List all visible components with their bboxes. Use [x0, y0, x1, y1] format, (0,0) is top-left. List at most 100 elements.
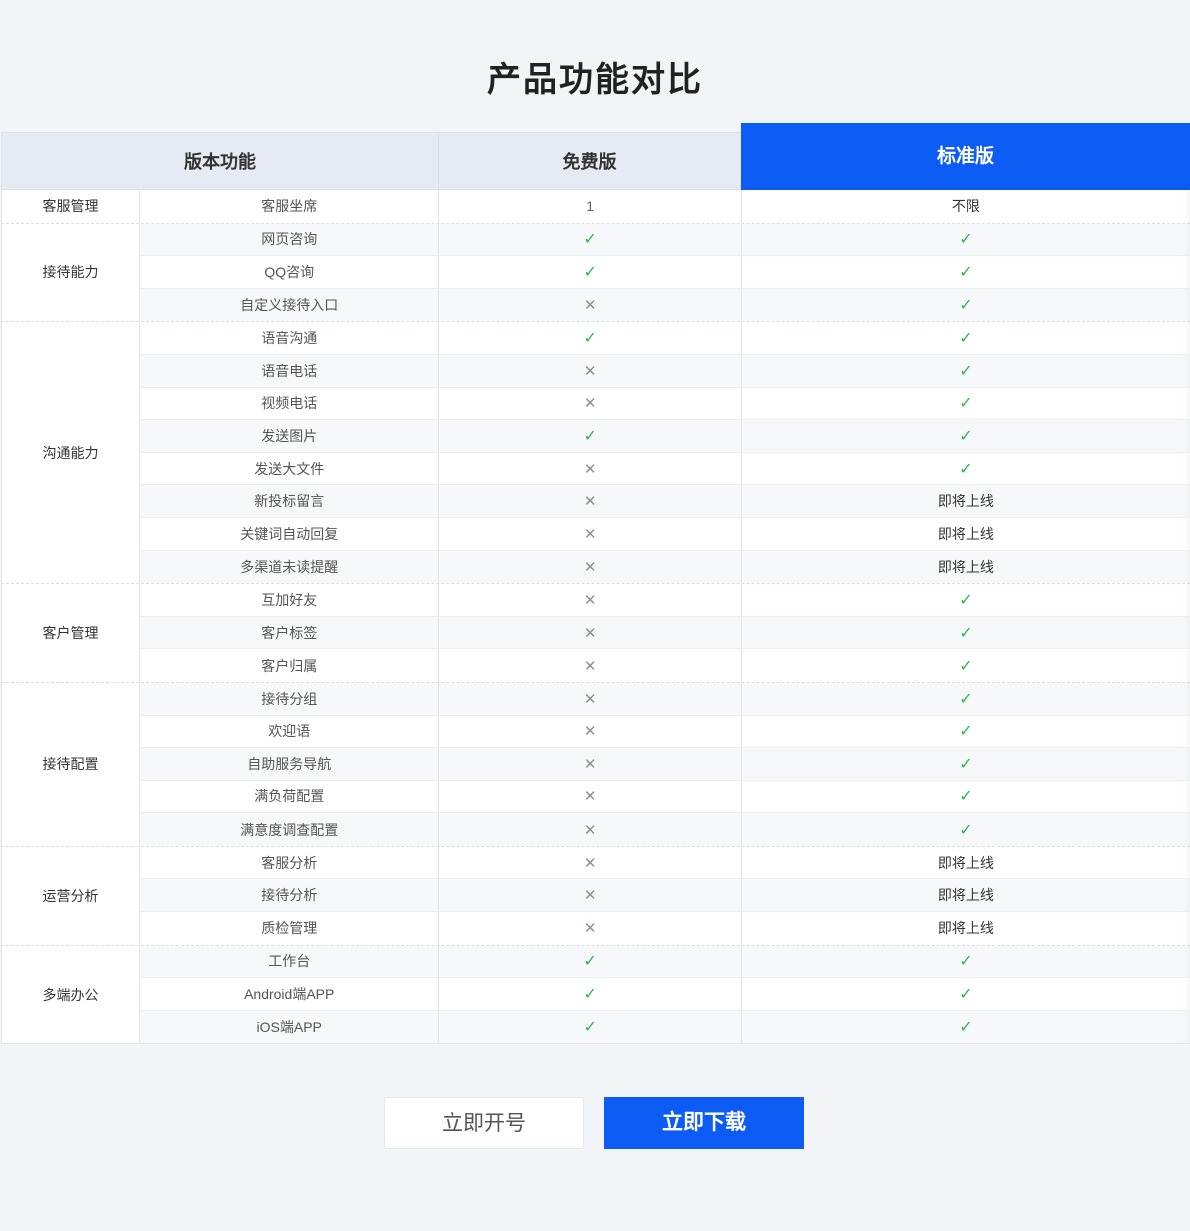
free-plan-value: ✓ — [439, 945, 742, 978]
standard-plan-value: ✓ — [742, 322, 1190, 354]
check-icon: ✓ — [583, 231, 597, 249]
standard-plan-value: ✓ — [742, 716, 1190, 748]
free-plan-value: ✕ — [439, 452, 742, 485]
free-plan-value: ✕ — [439, 682, 742, 715]
free-plan-value: 1 — [439, 190, 742, 223]
open-account-button[interactable]: 立即开号 — [384, 1097, 584, 1149]
feature-name: 欢迎语 — [140, 715, 440, 748]
cross-icon: ✕ — [583, 887, 597, 905]
free-plan-value: ✕ — [439, 517, 742, 550]
standard-plan-value: ✓ — [742, 649, 1190, 682]
table-body: 客服管理 客服坐席 1 不限 接待能力 网页咨询 ✓ ✓ QQ咨询 ✓ ✓ 自定义接待入口 ✕ ✓ 沟通能力… — [1, 190, 1190, 1045]
standard-plan-value: ✓ — [742, 355, 1190, 387]
standard-plan-value: ✓ — [742, 420, 1190, 452]
comparison-table: 版本功能 免费版 标准版 客服管理 客服坐席 1 不限 接待能力 网页咨询 ✓ ✓ QQ咨询 ✓ ✓… — [1, 123, 1190, 1045]
cross-icon: ✕ — [583, 821, 597, 839]
standard-plan-value: 即将上线 — [742, 912, 1190, 945]
check-icon: ✓ — [959, 723, 973, 741]
table-row: 多渠道未读提醒 ✕ 即将上线 — [140, 550, 1190, 584]
table-row: 发送大文件 ✕ ✓ — [140, 452, 1190, 486]
free-plan-value: ✕ — [439, 649, 742, 682]
category-label: 接待能力 — [1, 223, 140, 322]
feature-group: 沟通能力 语音沟通 ✓ ✓ 语音电话 ✕ ✓ 视频电话 ✕ ✓ 发送图片 ✓ ✓ 发送大文件 ✕ ✓ 新投标留言… — [1, 322, 1190, 585]
table-row: 工作台 ✓ ✓ — [140, 945, 1190, 979]
check-icon: ✓ — [583, 263, 597, 281]
feature-name: 发送大文件 — [140, 452, 440, 485]
check-icon: ✓ — [959, 986, 973, 1004]
cross-icon: ✕ — [583, 723, 597, 741]
check-icon: ✓ — [959, 953, 973, 971]
feature-name: 客户标签 — [140, 616, 440, 649]
feature-name: Android端APP — [140, 978, 440, 1010]
category-label: 客户管理 — [1, 584, 140, 682]
table-row: 发送图片 ✓ ✓ — [140, 420, 1190, 453]
standard-plan-value: ✓ — [742, 978, 1190, 1010]
check-icon: ✓ — [959, 231, 973, 249]
header-feature: 版本功能 — [1, 132, 439, 190]
standard-plan-value: ✓ — [742, 256, 1190, 288]
feature-name: 语音沟通 — [140, 322, 440, 354]
free-plan-value: ✕ — [439, 387, 742, 420]
table-row: 客户归属 ✕ ✓ — [140, 649, 1190, 682]
feature-name: 客服坐席 — [140, 190, 440, 223]
category-label: 多端办公 — [1, 945, 140, 1044]
standard-plan-value: 即将上线 — [742, 518, 1190, 550]
free-plan-value: ✓ — [439, 223, 742, 256]
standard-plan-value: ✓ — [742, 748, 1190, 780]
check-icon: ✓ — [959, 788, 973, 806]
free-plan-value: ✕ — [439, 780, 742, 813]
feature-group: 接待能力 网页咨询 ✓ ✓ QQ咨询 ✓ ✓ 自定义接待入口 ✕ ✓ — [1, 223, 1190, 323]
standard-plan-value: ✓ — [742, 453, 1190, 485]
check-icon: ✓ — [959, 362, 973, 380]
feature-name: iOS端APP — [140, 1010, 440, 1044]
feature-group: 接待配置 接待分组 ✕ ✓ 欢迎语 ✕ ✓ 自助服务导航 ✕ ✓ 满负荷配置 ✕ ✓ 满意度调查配置 ✕ ✓ — [1, 682, 1190, 847]
free-plan-value: ✓ — [439, 322, 742, 354]
check-icon: ✓ — [959, 330, 973, 348]
cross-icon: ✕ — [583, 493, 597, 511]
free-plan-value: ✕ — [439, 715, 742, 748]
standard-plan-value: 不限 — [742, 190, 1190, 223]
standard-plan-value: ✓ — [742, 388, 1190, 420]
cross-icon: ✕ — [583, 395, 597, 413]
free-plan-value: ✓ — [439, 1010, 742, 1044]
standard-plan-value: ✓ — [742, 813, 1190, 846]
check-icon: ✓ — [959, 263, 973, 281]
table-row: 满负荷配置 ✕ ✓ — [140, 780, 1190, 814]
cross-icon: ✕ — [583, 297, 597, 315]
table-row: 视频电话 ✕ ✓ — [140, 387, 1190, 421]
download-button[interactable]: 立即下载 — [604, 1097, 804, 1149]
standard-plan-value: ✓ — [742, 1011, 1190, 1044]
table-row: 接待分组 ✕ ✓ — [140, 682, 1190, 716]
table-row: 质检管理 ✕ 即将上线 — [140, 912, 1190, 945]
feature-name: 自助服务导航 — [140, 748, 440, 780]
feature-group: 客户管理 互加好友 ✕ ✓ 客户标签 ✕ ✓ 客户归属 ✕ ✓ — [1, 584, 1190, 683]
feature-name: 多渠道未读提醒 — [140, 550, 440, 584]
table-row: Android端APP ✓ ✓ — [140, 978, 1190, 1011]
table-header: 版本功能 免费版 标准版 — [1, 123, 1190, 190]
feature-name: 语音电话 — [140, 354, 440, 387]
feature-name: 接待分析 — [140, 879, 440, 912]
cross-icon: ✕ — [583, 854, 597, 872]
table-row: 接待分析 ✕ 即将上线 — [140, 879, 1190, 913]
cross-icon: ✕ — [583, 460, 597, 478]
feature-group: 客服管理 客服坐席 1 不限 — [1, 190, 1190, 224]
cross-icon: ✕ — [583, 788, 597, 806]
cross-icon: ✕ — [583, 624, 597, 642]
check-icon: ✓ — [959, 460, 973, 478]
category-label: 接待配置 — [1, 682, 140, 846]
feature-name: 自定义接待入口 — [140, 288, 440, 322]
feature-name: 工作台 — [140, 945, 440, 978]
check-icon: ✓ — [959, 821, 973, 839]
free-plan-value: ✕ — [439, 748, 742, 780]
check-icon: ✓ — [583, 427, 597, 445]
standard-plan-value: ✓ — [742, 617, 1190, 649]
cross-icon: ✕ — [583, 690, 597, 708]
standard-plan-value: 即将上线 — [742, 485, 1190, 517]
feature-name: 满负荷配置 — [140, 780, 440, 813]
feature-name: 客户归属 — [140, 649, 440, 682]
free-plan-value: ✕ — [439, 550, 742, 584]
cross-icon: ✕ — [583, 591, 597, 609]
feature-name: 网页咨询 — [140, 223, 440, 256]
check-icon: ✓ — [583, 953, 597, 971]
standard-plan-value: ✓ — [742, 224, 1190, 256]
